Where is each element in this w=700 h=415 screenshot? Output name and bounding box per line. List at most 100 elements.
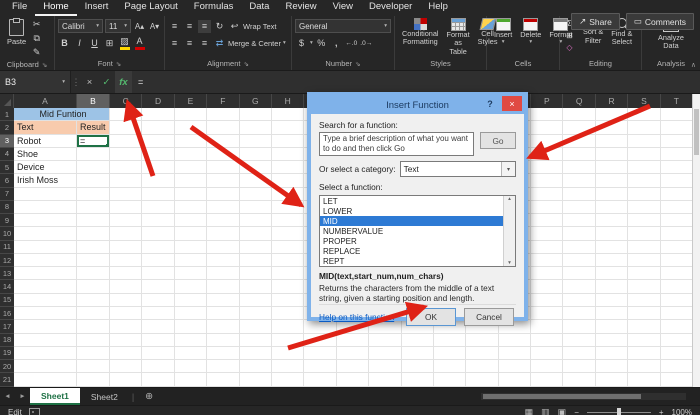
cell-r15[interactable]: [595, 293, 629, 307]
cell-l20[interactable]: [401, 360, 434, 374]
cell-s11[interactable]: [628, 240, 661, 254]
cell-a15[interactable]: [14, 293, 77, 307]
column-header-r[interactable]: R: [595, 94, 629, 108]
cell-o19[interactable]: [498, 346, 532, 361]
tab-insert[interactable]: Insert: [77, 0, 117, 16]
cell-s7[interactable]: [628, 187, 661, 201]
cell-a13[interactable]: [14, 267, 77, 281]
grow-font-icon[interactable]: A▴: [133, 20, 146, 33]
row-header-19[interactable]: 19: [0, 346, 14, 361]
cell-t1[interactable]: [660, 108, 694, 122]
cell-c5[interactable]: [110, 161, 143, 175]
row-header-12[interactable]: 12: [0, 253, 14, 268]
cell-d1[interactable]: [142, 108, 175, 122]
column-header-s[interactable]: S: [628, 94, 661, 108]
cell-p8[interactable]: [531, 200, 564, 215]
cell-i19[interactable]: [304, 346, 337, 361]
cell-q8[interactable]: [563, 200, 596, 215]
cell-f13[interactable]: [207, 267, 240, 281]
cell-t18[interactable]: [660, 333, 694, 347]
wrap-text-label[interactable]: Wrap Text: [243, 22, 277, 31]
cell-t7[interactable]: [660, 187, 694, 201]
horizontal-scrollbar-thumb[interactable]: [483, 394, 641, 399]
category-dropdown[interactable]: Text ▾: [399, 161, 516, 177]
tab-page-layout[interactable]: Page Layout: [116, 0, 185, 16]
cell-a16[interactable]: [14, 306, 77, 321]
cell-t2[interactable]: [660, 121, 694, 135]
column-header-g[interactable]: G: [239, 94, 272, 108]
cell-g2[interactable]: [239, 121, 272, 135]
zoom-out-button[interactable]: −: [574, 408, 579, 415]
search-function-input[interactable]: Type a brief description of what you wan…: [319, 132, 474, 156]
cell-f6[interactable]: [207, 174, 240, 188]
cell-h11[interactable]: [271, 240, 305, 254]
italic-icon[interactable]: I: [73, 37, 86, 50]
cell-h6[interactable]: [271, 174, 305, 188]
cell-r17[interactable]: [595, 320, 629, 334]
cell-c16[interactable]: [110, 306, 143, 321]
cell-c14[interactable]: [110, 280, 143, 294]
cell-d7[interactable]: [142, 187, 175, 201]
tab-view[interactable]: View: [325, 0, 361, 16]
font-color-icon[interactable]: A: [133, 36, 146, 50]
cell-c7[interactable]: [110, 187, 143, 201]
cell-s6[interactable]: [628, 174, 661, 188]
font-size-combo[interactable]: 11 ▾: [105, 19, 131, 33]
cell-q19[interactable]: [563, 346, 596, 361]
cell-q13[interactable]: [563, 267, 596, 281]
cell-g13[interactable]: [239, 267, 272, 281]
cell-s1[interactable]: [628, 108, 661, 122]
alignment-dialog-launcher[interactable]: ⇘: [243, 60, 248, 68]
fill-color-icon[interactable]: ▨: [118, 36, 131, 50]
cell-e18[interactable]: [174, 333, 208, 347]
tab-developer[interactable]: Developer: [361, 0, 420, 16]
cell-g17[interactable]: [239, 320, 272, 334]
cell-q17[interactable]: [563, 320, 596, 334]
row-header-11[interactable]: 11: [0, 240, 14, 254]
cell-p6[interactable]: [531, 174, 564, 188]
cell-g16[interactable]: [239, 306, 272, 321]
align-right-icon[interactable]: ≡: [198, 37, 211, 50]
cell-p4[interactable]: [531, 147, 564, 162]
cell-p20[interactable]: [531, 360, 564, 374]
ok-button[interactable]: OK: [406, 307, 456, 326]
cell-n21[interactable]: [466, 373, 499, 387]
cell-t9[interactable]: [660, 214, 694, 228]
copy-icon[interactable]: ⧉: [30, 32, 43, 45]
cell-e2[interactable]: [174, 121, 208, 135]
cell-n20[interactable]: [466, 360, 499, 374]
cell-e14[interactable]: [174, 280, 208, 294]
cell-q10[interactable]: [563, 227, 596, 241]
cell-k20[interactable]: [369, 360, 402, 374]
cell-b11[interactable]: [77, 240, 110, 254]
cell-g10[interactable]: [239, 227, 272, 241]
cell-b16[interactable]: [77, 306, 110, 321]
cell-c6[interactable]: [110, 174, 143, 188]
cell-t11[interactable]: [660, 240, 694, 254]
list-scroll-up-icon[interactable]: ▴: [508, 196, 511, 202]
cell-a21[interactable]: [14, 373, 77, 387]
cell-r3[interactable]: [595, 134, 629, 148]
cell-p2[interactable]: [531, 121, 564, 135]
cell-t4[interactable]: [660, 147, 694, 162]
cell-s12[interactable]: [628, 253, 661, 268]
cell-b20[interactable]: [77, 360, 110, 374]
cell-g21[interactable]: [239, 373, 272, 387]
cell-t19[interactable]: [660, 346, 694, 361]
cell-e15[interactable]: [174, 293, 208, 307]
cell-a10[interactable]: [14, 227, 77, 241]
cell-f7[interactable]: [207, 187, 240, 201]
cell-s2[interactable]: [628, 121, 661, 135]
cell-f11[interactable]: [207, 240, 240, 254]
formula-input[interactable]: =: [132, 71, 700, 93]
function-item-let[interactable]: LET: [320, 196, 515, 206]
cell-e10[interactable]: [174, 227, 208, 241]
cell-a14[interactable]: [14, 280, 77, 294]
cell-t15[interactable]: [660, 293, 694, 307]
cell-a12[interactable]: [14, 253, 77, 268]
tab-home[interactable]: Home: [35, 0, 77, 16]
cell-l19[interactable]: [401, 346, 434, 361]
cell-f4[interactable]: [207, 147, 240, 162]
cell-d2[interactable]: [142, 121, 175, 135]
format-painter-icon[interactable]: ✎: [30, 46, 43, 59]
